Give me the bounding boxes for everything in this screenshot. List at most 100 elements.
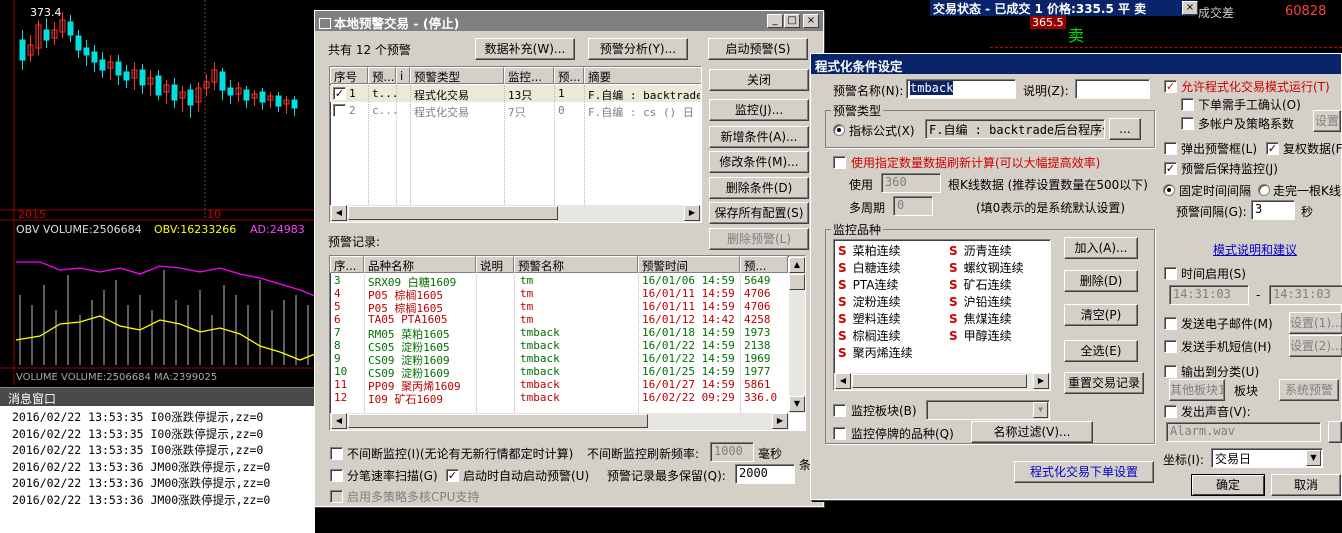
manual-confirm-checkbox[interactable] (1181, 98, 1194, 111)
variety-item[interactable]: S PTA连续 (838, 276, 913, 293)
condition-list[interactable]: 序号 预... i 预警类型 监控... 预... 摘要 ✓ 1 t... 程式化交易 13只 1 F.… (329, 66, 702, 223)
scroll-up-icon[interactable]: ▲ (789, 257, 805, 273)
monitor-button[interactable]: 监控(J)... (709, 99, 809, 121)
multicore-checkbox[interactable] (330, 490, 343, 503)
variety-item[interactable]: S 矿石连续 (949, 276, 1024, 293)
column-header[interactable]: 预... (368, 67, 396, 84)
variety-item[interactable]: S 白糖连续 (838, 259, 913, 276)
column-header[interactable]: 监控... (504, 67, 554, 84)
alert-record-list[interactable]: 序... 品种名称 说明 预警名称 预警时间 预... 3 SRX09 白糖1609 tm 16… (329, 255, 806, 431)
help-link[interactable]: 模式说明和建议 (1213, 241, 1297, 258)
condition-row[interactable]: 2 c... 程式化交易 7只 0 F.自编 : cs () 日 (330, 102, 701, 119)
cancel-button[interactable]: 取消 (1271, 474, 1341, 496)
time-enable-checkbox[interactable] (1164, 267, 1177, 280)
send-sms-checkbox[interactable] (1164, 340, 1177, 353)
scroll-left-icon[interactable]: ◀ (331, 413, 347, 429)
condition-list-hscrollbar[interactable]: ◀ ▶ (330, 205, 701, 222)
alert-window-titlebar[interactable]: 本地预警交易 - (停止) (315, 11, 823, 31)
variety-item[interactable]: S 塑料连续 (838, 310, 913, 327)
order-settings-button[interactable]: 程式化交易下单设置 (1014, 461, 1154, 483)
restore-data-checkbox[interactable]: ✓ (1266, 142, 1279, 155)
record-row[interactable]: 9 CS09 淀粉1609 tmback 16/01/22 14:59 1969 (330, 352, 789, 367)
output-category-checkbox[interactable] (1164, 365, 1177, 378)
alert-analyze-button[interactable]: 预警分析(Y)... (588, 38, 688, 60)
axis-select[interactable]: 交易日 ▼ (1211, 448, 1323, 468)
variety-item[interactable]: S 甲醇连续 (949, 327, 1024, 344)
save-config-button[interactable]: 保存所有配置(S) (709, 202, 809, 224)
use-count-checkbox[interactable] (833, 156, 846, 169)
column-header[interactable]: 预... (554, 67, 584, 84)
variety-item[interactable]: S 螺纹钢连续 (949, 259, 1024, 276)
variety-list[interactable]: S 菜粕连续 S 白糖连续 S PTA连续 S 淀粉连续 S 塑料连续 S 棕榈连续 S 聚丙烯连续 S沥… (833, 239, 1051, 391)
record-row[interactable]: 4 P05 棕榈1605 tm 16/01/11 14:59 4706 (330, 287, 789, 302)
interval-input[interactable]: 3 (1251, 200, 1295, 220)
clear-variety-button[interactable]: 清空(P) (1064, 304, 1138, 326)
sound-browse-button[interactable] (1328, 421, 1342, 443)
time-start-input[interactable]: 14:31:03 (1169, 285, 1249, 305)
play-sound-checkbox[interactable] (1164, 405, 1177, 418)
column-header[interactable]: 序号 (330, 67, 368, 84)
reset-trade-record-button[interactable]: 重置交易记录 (1064, 372, 1144, 394)
other-board-button[interactable]: 其他板块1 (1169, 379, 1226, 401)
record-row[interactable]: 10 CS09 淀粉1609 tmback 16/01/25 14:59 1977 (330, 365, 789, 380)
variety-item[interactable]: S 棕榈连续 (838, 327, 913, 344)
condition-checkbox[interactable] (333, 104, 346, 117)
modify-condition-button[interactable]: 修改条件(M)... (709, 151, 809, 173)
variety-item[interactable]: S 淀粉连续 (838, 293, 913, 310)
scroll-left-icon[interactable]: ◀ (835, 373, 851, 389)
scroll-thumb[interactable] (852, 374, 1027, 388)
column-header[interactable]: 预... (740, 256, 788, 273)
refresh-freq-input[interactable]: 1000 (710, 442, 754, 462)
board-select[interactable]: ▼ (926, 400, 1050, 420)
column-header[interactable]: 预警名称 (514, 256, 638, 273)
minimize-button[interactable]: _ (767, 14, 783, 28)
column-header[interactable]: 说明 (476, 256, 514, 273)
delete-alert-button[interactable]: 删除预警(L) (709, 228, 809, 250)
column-header[interactable]: 序... (330, 256, 364, 273)
price-chart[interactable]: 373.4 2015 10 OBV VOLUME:2506684 OBV:162… (0, 0, 316, 385)
close-button[interactable]: × (803, 14, 819, 28)
email-settings-button[interactable]: 设置(1)... (1289, 312, 1342, 334)
use-count-input[interactable]: 360 (881, 173, 941, 193)
trade-status-close-button[interactable]: × (1182, 1, 1198, 15)
column-header[interactable]: 预警类型 (410, 67, 504, 84)
scroll-left-icon[interactable]: ◀ (331, 205, 347, 221)
formula-browse-button[interactable]: ... (1109, 118, 1141, 140)
scroll-thumb[interactable] (348, 206, 558, 220)
record-row[interactable]: 6 TA05 PTA1605 tm 16/01/12 14:42 4258 (330, 313, 789, 326)
description-input[interactable] (1075, 79, 1150, 99)
condition-checkbox[interactable]: ✓ (333, 87, 346, 100)
record-row[interactable]: 5 P05 棕榈1605 tm 16/01/11 14:59 4706 (330, 300, 789, 315)
column-header[interactable]: 预警时间 (638, 256, 740, 273)
finish-bar-radio[interactable] (1258, 184, 1270, 196)
record-vscrollbar[interactable]: ▲ ▼ (789, 256, 805, 413)
column-header[interactable]: 品种名称 (364, 256, 476, 273)
send-email-checkbox[interactable] (1164, 317, 1177, 330)
record-row[interactable]: 11 PP09 聚丙烯1609 tmback 16/01/27 14:59 5861 (330, 378, 789, 393)
delete-condition-button[interactable]: 删除条件(D) (709, 177, 809, 199)
scroll-right-icon[interactable]: ▶ (1033, 373, 1049, 389)
popup-checkbox[interactable] (1164, 142, 1177, 155)
variety-hscrollbar[interactable]: ◀ ▶ (834, 373, 1050, 390)
variety-item[interactable]: S 菜粕连续 (838, 242, 913, 259)
sound-file-input[interactable]: Alarm.wav (1166, 422, 1321, 442)
maximize-button[interactable]: □ (784, 14, 800, 28)
record-row[interactable]: 8 CS05 淀粉1605 tmback 16/01/22 14:59 2138 (330, 339, 789, 354)
scroll-down-icon[interactable]: ▼ (789, 396, 805, 412)
record-row[interactable]: 3 SRX09 白糖1609 tm 16/01/06 14:59 5649 (330, 274, 789, 289)
ok-button[interactable]: 确定 (1191, 474, 1265, 496)
record-row[interactable]: 12 I09 矿石1609 tmback 16/02/22 09:29 336.0 (330, 391, 789, 406)
add-variety-button[interactable]: 加入(A)... (1064, 237, 1138, 259)
monitor-board-checkbox[interactable] (833, 404, 846, 417)
sms-settings-button[interactable]: 设置(2)... (1289, 335, 1342, 357)
close-panel-button[interactable]: 关闭 (709, 69, 809, 91)
multi-account-checkbox[interactable] (1181, 117, 1194, 130)
scroll-right-icon[interactable]: ▶ (684, 205, 700, 221)
vscroll-thumb[interactable] (789, 274, 805, 290)
monitor-suspend-checkbox[interactable] (833, 427, 846, 440)
scroll-right-icon[interactable]: ▶ (772, 413, 788, 429)
data-fill-button[interactable]: 数据补充(W)... (475, 38, 575, 60)
condition-row[interactable]: ✓ 1 t... 程式化交易 13只 1 F.自编 : backtrade (330, 85, 701, 102)
start-alert-button[interactable]: 启动预警(S) (708, 38, 808, 60)
column-header[interactable]: 摘要 (584, 67, 701, 84)
